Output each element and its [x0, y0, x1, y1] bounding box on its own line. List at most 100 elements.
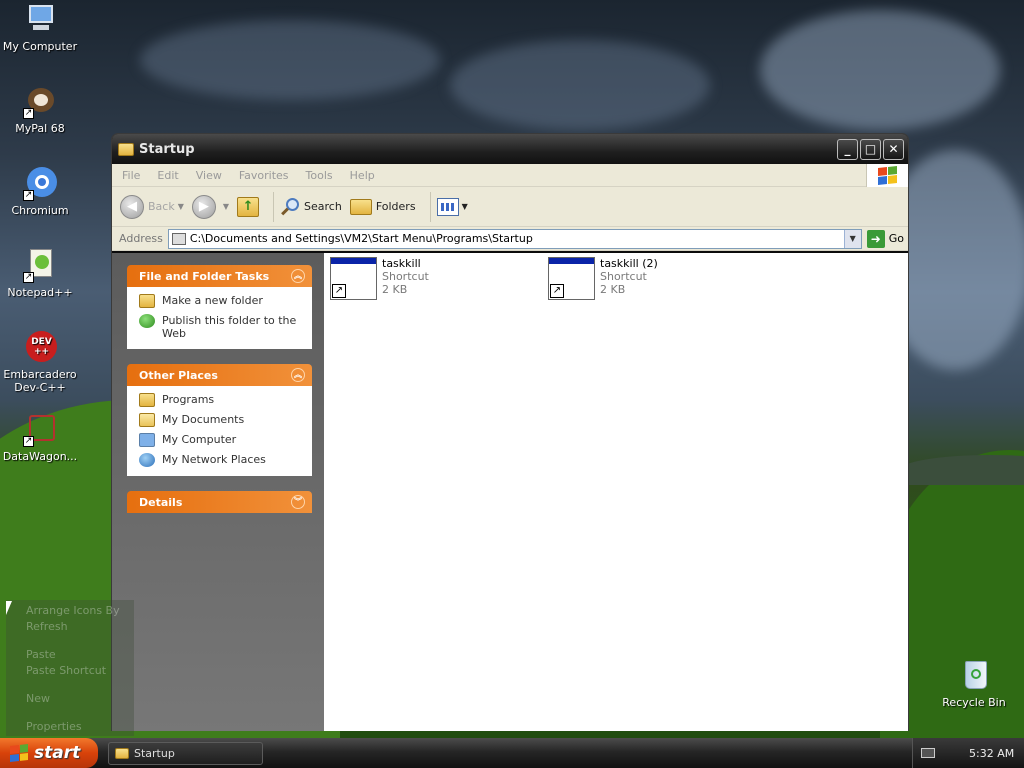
folder-icon [115, 747, 129, 759]
file-item[interactable]: ↗ taskkill (2) Shortcut 2 KB [548, 257, 658, 300]
place-my-documents[interactable]: My Documents [139, 413, 302, 427]
context-item-arrange[interactable]: Arrange Icons By [26, 603, 134, 619]
clock[interactable]: 5:32 AM [969, 747, 1014, 760]
computer-icon [23, 3, 57, 37]
chromium-icon: ↗ [23, 167, 57, 201]
desktop-icon-label: DataWagon... [2, 450, 78, 463]
task-label: Make a new folder [162, 294, 263, 307]
system-tray: 5:32 AM [912, 738, 1024, 768]
menu-help[interactable]: Help [350, 169, 375, 182]
maximize-button[interactable]: □ [860, 138, 881, 160]
toolbar-separator [273, 191, 275, 222]
taskbar-button-label: Startup [134, 746, 175, 760]
desktop-context-menu: Arrange Icons By Refresh Paste Paste Sho… [6, 600, 134, 736]
address-input[interactable]: C:\Documents and Settings\VM2\Start Menu… [167, 228, 862, 249]
recycle-bin-icon [957, 659, 991, 693]
chevron-down-icon: ▼ [222, 202, 230, 211]
menu-tools[interactable]: Tools [306, 169, 333, 182]
file-name: taskkill (2) [600, 257, 658, 270]
window-title: Startup [139, 141, 195, 157]
shortcut-file-icon: ↗ [548, 257, 595, 300]
address-bar: Address C:\Documents and Settings\VM2\St… [112, 227, 908, 251]
address-dropdown-button[interactable]: ▼ [843, 229, 861, 248]
up-folder-button[interactable]: ↑ [237, 196, 260, 217]
programs-folder-icon [139, 393, 155, 407]
back-button[interactable]: ◀ Back ▼ [120, 194, 184, 219]
folders-icon [349, 198, 372, 215]
place-label: Programs [162, 393, 215, 406]
back-arrow-icon: ◀ [120, 194, 144, 219]
file-folder-tasks-header[interactable]: File and Folder Tasks ︽ [127, 265, 312, 287]
place-my-computer[interactable]: My Computer [139, 433, 302, 447]
go-button[interactable]: ➜ Go [866, 229, 904, 248]
keyboard-icon[interactable] [921, 748, 935, 758]
panel-title: Other Places [139, 368, 218, 382]
desktop-icon-devcpp[interactable]: DEV ++ Embarcadero Dev-C++ [0, 331, 80, 394]
mypal-icon: ↗ [23, 85, 57, 119]
menu-file[interactable]: File [122, 169, 140, 182]
file-size: 2 KB [382, 283, 408, 296]
place-my-network-places[interactable]: My Network Places [139, 453, 302, 467]
other-places-header[interactable]: Other Places ︽ [127, 364, 312, 386]
forward-button[interactable]: ▶ ▼ [191, 194, 230, 219]
shortcut-arrow-icon: ↗ [23, 108, 34, 119]
place-programs[interactable]: Programs [139, 393, 302, 407]
desktop-icon-label: Recycle Bin [942, 696, 1006, 709]
windows-logo-icon [10, 744, 28, 762]
up-folder-icon: ↑ [237, 196, 260, 217]
desktop-icon-label: Embarcadero Dev-C++ [3, 368, 77, 394]
other-places-panel: Other Places ︽ Programs My Documents My … [127, 364, 312, 476]
collapse-icon[interactable]: ︽ [291, 269, 305, 283]
collapse-icon[interactable]: ︽ [291, 368, 305, 382]
task-make-new-folder[interactable]: Make a new folder [139, 294, 302, 308]
desktop-icon-chromium[interactable]: ↗ Chromium [0, 167, 80, 217]
task-publish-folder[interactable]: Publish this folder to the Web [139, 314, 302, 340]
context-item-properties[interactable]: Properties [26, 719, 134, 735]
views-button[interactable]: ▼ [436, 197, 468, 216]
shortcut-file-icon: ↗ [330, 257, 377, 300]
taskbar-button-startup[interactable]: Startup [108, 741, 263, 765]
toolbar-separator [429, 191, 431, 222]
panel-title: File and Folder Tasks [139, 269, 270, 283]
address-value: C:\Documents and Settings\VM2\Start Menu… [189, 232, 533, 245]
details-header[interactable]: Details ︾ [127, 491, 312, 513]
menu-edit[interactable]: Edit [157, 169, 178, 182]
computer-icon [139, 433, 155, 447]
folders-button[interactable]: Folders [349, 198, 416, 215]
task-label: Publish this folder to the Web [162, 314, 297, 340]
desktop-icon-label: My Computer [2, 40, 78, 53]
start-button[interactable]: start [0, 738, 98, 768]
close-button[interactable]: ✕ [883, 138, 904, 160]
folder-icon [171, 232, 186, 245]
minimize-button[interactable]: _ [837, 138, 858, 160]
context-item-paste-shortcut[interactable]: Paste Shortcut [26, 663, 134, 679]
desktop-icon-datawagon[interactable]: ↗ DataWagon... [0, 413, 80, 463]
taskbar: start Startup 5:32 AM [0, 738, 1024, 768]
desktop-icon-my-computer[interactable]: My Computer [0, 3, 80, 53]
desktop-icon-label: MyPal 68 [15, 122, 65, 135]
place-label: My Documents [162, 413, 245, 426]
desktop-icon-notepadpp[interactable]: ↗ Notepad++ [0, 249, 80, 299]
search-button[interactable]: Search [280, 197, 342, 217]
mouse-cursor-icon [6, 601, 12, 615]
file-item[interactable]: ↗ taskkill Shortcut 2 KB [330, 257, 429, 300]
shortcut-arrow-icon: ↗ [23, 272, 34, 283]
menu-favorites[interactable]: Favorites [239, 169, 289, 182]
notepadpp-icon: ↗ [23, 249, 57, 283]
address-label: Address [119, 232, 163, 245]
menu-view[interactable]: View [196, 169, 222, 182]
context-item-paste[interactable]: Paste [26, 647, 134, 663]
task-pane: File and Folder Tasks ︽ Make a new folde… [112, 253, 324, 731]
window-titlebar[interactable]: Startup _ □ ✕ [112, 134, 908, 164]
desktop-icon-label: Notepad++ [7, 286, 73, 299]
explorer-window: Startup _ □ ✕ File Edit View Favorites T… [111, 133, 909, 731]
desktop-icon-recycle-bin[interactable]: Recycle Bin [934, 659, 1014, 709]
search-label: Search [304, 200, 342, 213]
new-folder-icon [139, 294, 155, 308]
context-item-refresh[interactable]: Refresh [26, 619, 134, 635]
desktop-icon-mypal[interactable]: ↗ MyPal 68 [0, 85, 80, 135]
context-item-new[interactable]: New [26, 691, 134, 707]
expand-icon[interactable]: ︾ [291, 495, 305, 509]
chevron-down-icon: ▼ [177, 202, 184, 211]
place-label: My Computer [162, 433, 237, 446]
